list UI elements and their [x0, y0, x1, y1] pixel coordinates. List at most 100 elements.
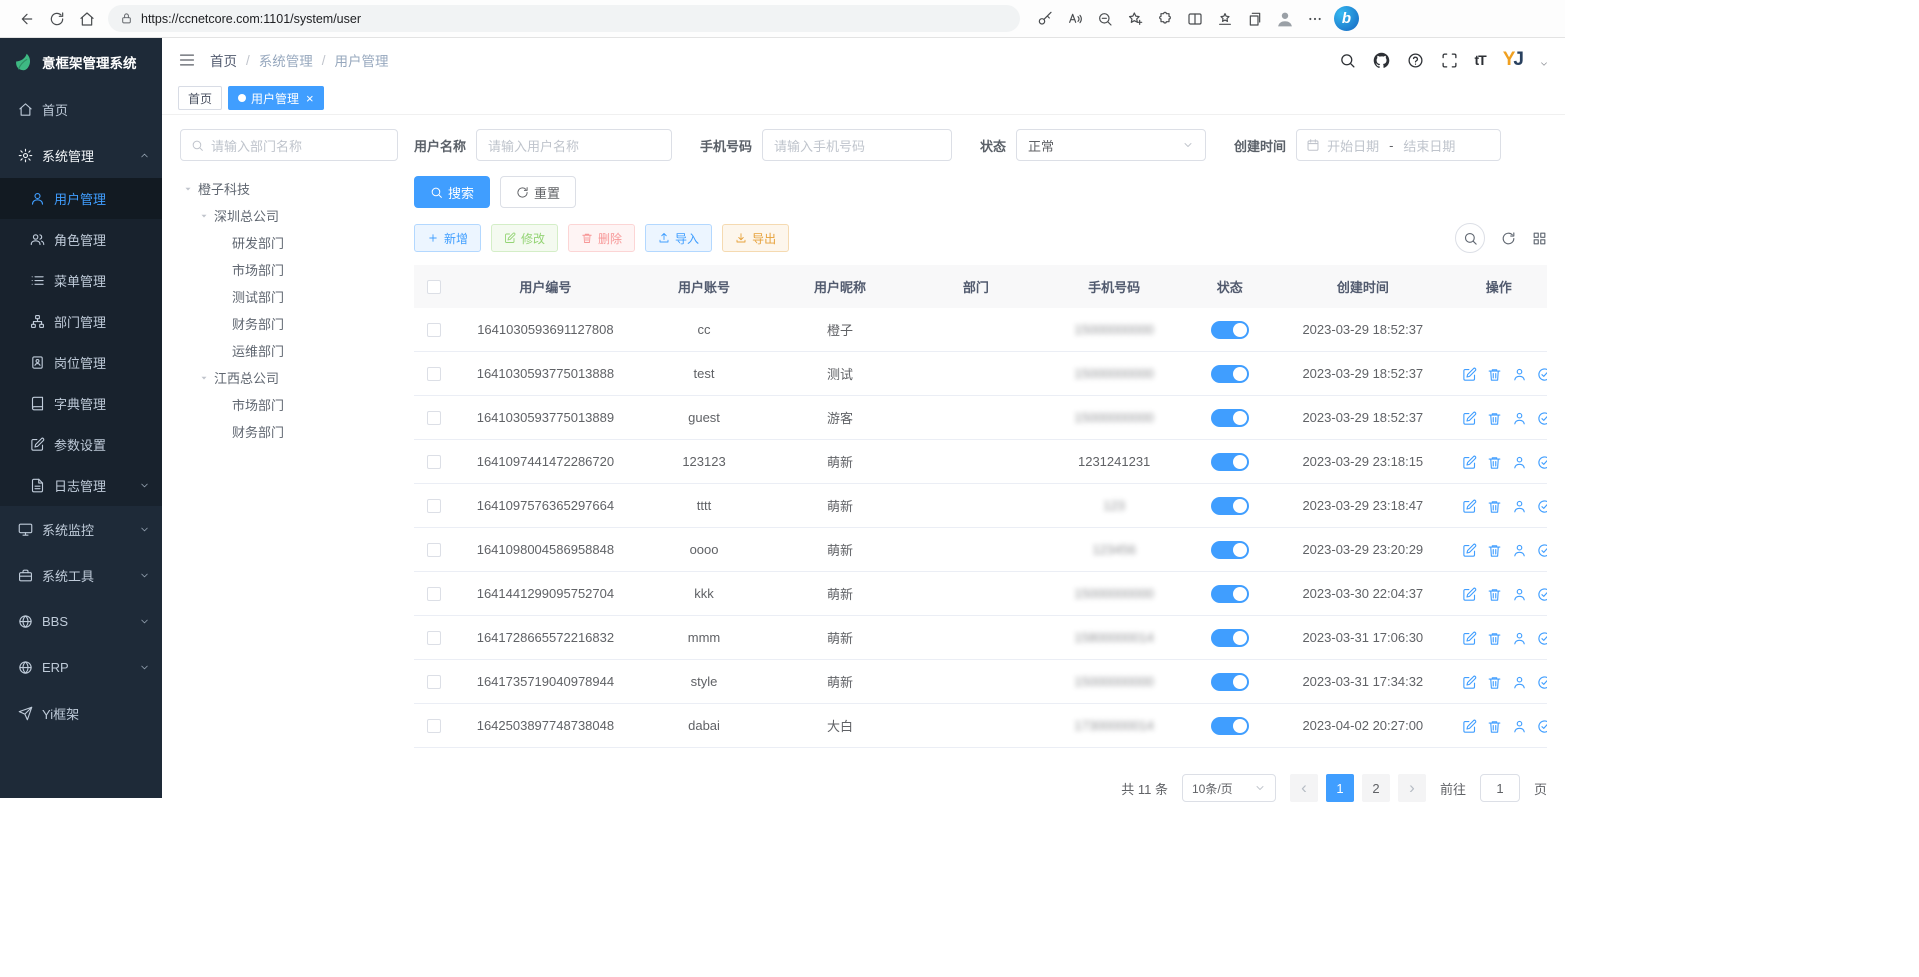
row-checkbox[interactable]: [427, 411, 441, 425]
sidebar-item[interactable]: 部门管理: [0, 301, 162, 342]
row-delete-icon[interactable]: [1487, 543, 1502, 558]
sidebar-item[interactable]: 角色管理: [0, 219, 162, 260]
edit-button[interactable]: 修改: [491, 224, 558, 252]
row-assign-role-icon[interactable]: [1537, 543, 1547, 558]
tree-node[interactable]: 市场部门: [180, 256, 398, 283]
address-bar[interactable]: https://ccnetcore.com:1101/system/user: [108, 5, 1020, 32]
row-delete-icon[interactable]: [1487, 455, 1502, 470]
row-edit-icon[interactable]: [1462, 587, 1477, 602]
row-edit-icon[interactable]: [1462, 543, 1477, 558]
tree-node[interactable]: 财务部门: [180, 418, 398, 445]
row-reset-password-icon[interactable]: [1512, 631, 1527, 646]
browser-profile-avatar[interactable]: [1270, 4, 1300, 34]
favorite-add-icon[interactable]: [1120, 4, 1150, 34]
row-assign-role-icon[interactable]: [1537, 587, 1547, 602]
row-delete-icon[interactable]: [1487, 499, 1502, 514]
breadcrumb-user[interactable]: 用户管理: [335, 50, 389, 70]
zoom-icon[interactable]: [1090, 4, 1120, 34]
split-screen-icon[interactable]: [1180, 4, 1210, 34]
collections-icon[interactable]: [1240, 4, 1270, 34]
extensions-icon[interactable]: [1150, 4, 1180, 34]
reset-button[interactable]: 重置: [500, 176, 576, 208]
row-assign-role-icon[interactable]: [1537, 455, 1547, 470]
row-reset-password-icon[interactable]: [1512, 543, 1527, 558]
date-range-input[interactable]: 开始日期 - 结束日期: [1296, 129, 1501, 161]
tab-user-management[interactable]: 用户管理×: [228, 86, 324, 110]
row-checkbox[interactable]: [427, 543, 441, 557]
search-button[interactable]: 搜索: [414, 176, 490, 208]
tab-close-icon[interactable]: ×: [306, 92, 314, 105]
row-assign-role-icon[interactable]: [1537, 719, 1547, 734]
row-edit-icon[interactable]: [1462, 631, 1477, 646]
status-toggle[interactable]: [1211, 409, 1249, 427]
tree-node[interactable]: 橙子科技: [180, 175, 398, 202]
row-edit-icon[interactable]: [1462, 499, 1477, 514]
sidebar-item[interactable]: 首页: [0, 86, 162, 132]
sidebar-collapse-icon[interactable]: [178, 51, 196, 69]
sidebar-item[interactable]: 参数设置: [0, 424, 162, 465]
row-reset-password-icon[interactable]: [1512, 499, 1527, 514]
status-select[interactable]: 正常: [1016, 129, 1206, 161]
status-toggle[interactable]: [1211, 541, 1249, 559]
row-delete-icon[interactable]: [1487, 367, 1502, 382]
sidebar-item[interactable]: 日志管理: [0, 465, 162, 506]
row-reset-password-icon[interactable]: [1512, 455, 1527, 470]
tree-node[interactable]: 测试部门: [180, 283, 398, 310]
goto-page-input[interactable]: 1: [1480, 774, 1520, 802]
row-assign-role-icon[interactable]: [1537, 631, 1547, 646]
row-checkbox[interactable]: [427, 367, 441, 381]
row-edit-icon[interactable]: [1462, 719, 1477, 734]
row-checkbox[interactable]: [427, 499, 441, 513]
tree-node[interactable]: 江西总公司: [180, 364, 398, 391]
phone-input[interactable]: 请输入手机号码: [762, 129, 952, 161]
status-toggle[interactable]: [1211, 673, 1249, 691]
next-page-button[interactable]: ›: [1398, 774, 1426, 802]
table-columns-button[interactable]: [1532, 231, 1547, 246]
row-delete-icon[interactable]: [1487, 719, 1502, 734]
row-assign-role-icon[interactable]: [1537, 675, 1547, 690]
user-avatar[interactable]: YJ: [1503, 49, 1522, 71]
page-size-select[interactable]: 10条/页: [1182, 774, 1276, 802]
add-button[interactable]: 新增: [414, 224, 481, 252]
table-refresh-button[interactable]: [1501, 231, 1516, 246]
row-reset-password-icon[interactable]: [1512, 411, 1527, 426]
row-checkbox[interactable]: [427, 675, 441, 689]
status-toggle[interactable]: [1211, 629, 1249, 647]
sidebar-item[interactable]: 字典管理: [0, 383, 162, 424]
dept-search-input[interactable]: 请输入部门名称: [180, 129, 398, 161]
sidebar-item[interactable]: 菜单管理: [0, 260, 162, 301]
sidebar-item[interactable]: 用户管理: [0, 178, 162, 219]
row-edit-icon[interactable]: [1462, 411, 1477, 426]
browser-menu-icon[interactable]: [1300, 4, 1330, 34]
status-toggle[interactable]: [1211, 497, 1249, 515]
row-assign-role-icon[interactable]: [1537, 499, 1547, 514]
back-icon[interactable]: [12, 4, 42, 34]
row-delete-icon[interactable]: [1487, 587, 1502, 602]
row-edit-icon[interactable]: [1462, 455, 1477, 470]
refresh-icon[interactable]: [42, 4, 72, 34]
row-delete-icon[interactable]: [1487, 631, 1502, 646]
tree-node[interactable]: 市场部门: [180, 391, 398, 418]
sidebar-item[interactable]: 系统工具: [0, 552, 162, 598]
row-checkbox[interactable]: [427, 455, 441, 469]
sidebar-item[interactable]: ERP: [0, 644, 162, 690]
page-button-2[interactable]: 2: [1362, 774, 1390, 802]
favorites-icon[interactable]: [1210, 4, 1240, 34]
read-aloud-icon[interactable]: [1060, 4, 1090, 34]
row-assign-role-icon[interactable]: [1537, 367, 1547, 382]
sidebar-item[interactable]: BBS: [0, 598, 162, 644]
font-size-icon[interactable]: tT: [1475, 52, 1486, 69]
breadcrumb-home[interactable]: 首页: [210, 50, 237, 70]
page-button-1[interactable]: 1: [1326, 774, 1354, 802]
bing-copilot-icon[interactable]: b: [1334, 6, 1359, 31]
tree-node[interactable]: 财务部门: [180, 310, 398, 337]
table-search-button[interactable]: [1455, 223, 1485, 253]
status-toggle[interactable]: [1211, 585, 1249, 603]
help-icon[interactable]: [1407, 52, 1424, 69]
row-checkbox[interactable]: [427, 719, 441, 733]
row-checkbox[interactable]: [427, 587, 441, 601]
status-toggle[interactable]: [1211, 321, 1249, 339]
row-reset-password-icon[interactable]: [1512, 587, 1527, 602]
status-toggle[interactable]: [1211, 365, 1249, 383]
tree-node[interactable]: 深圳总公司: [180, 202, 398, 229]
